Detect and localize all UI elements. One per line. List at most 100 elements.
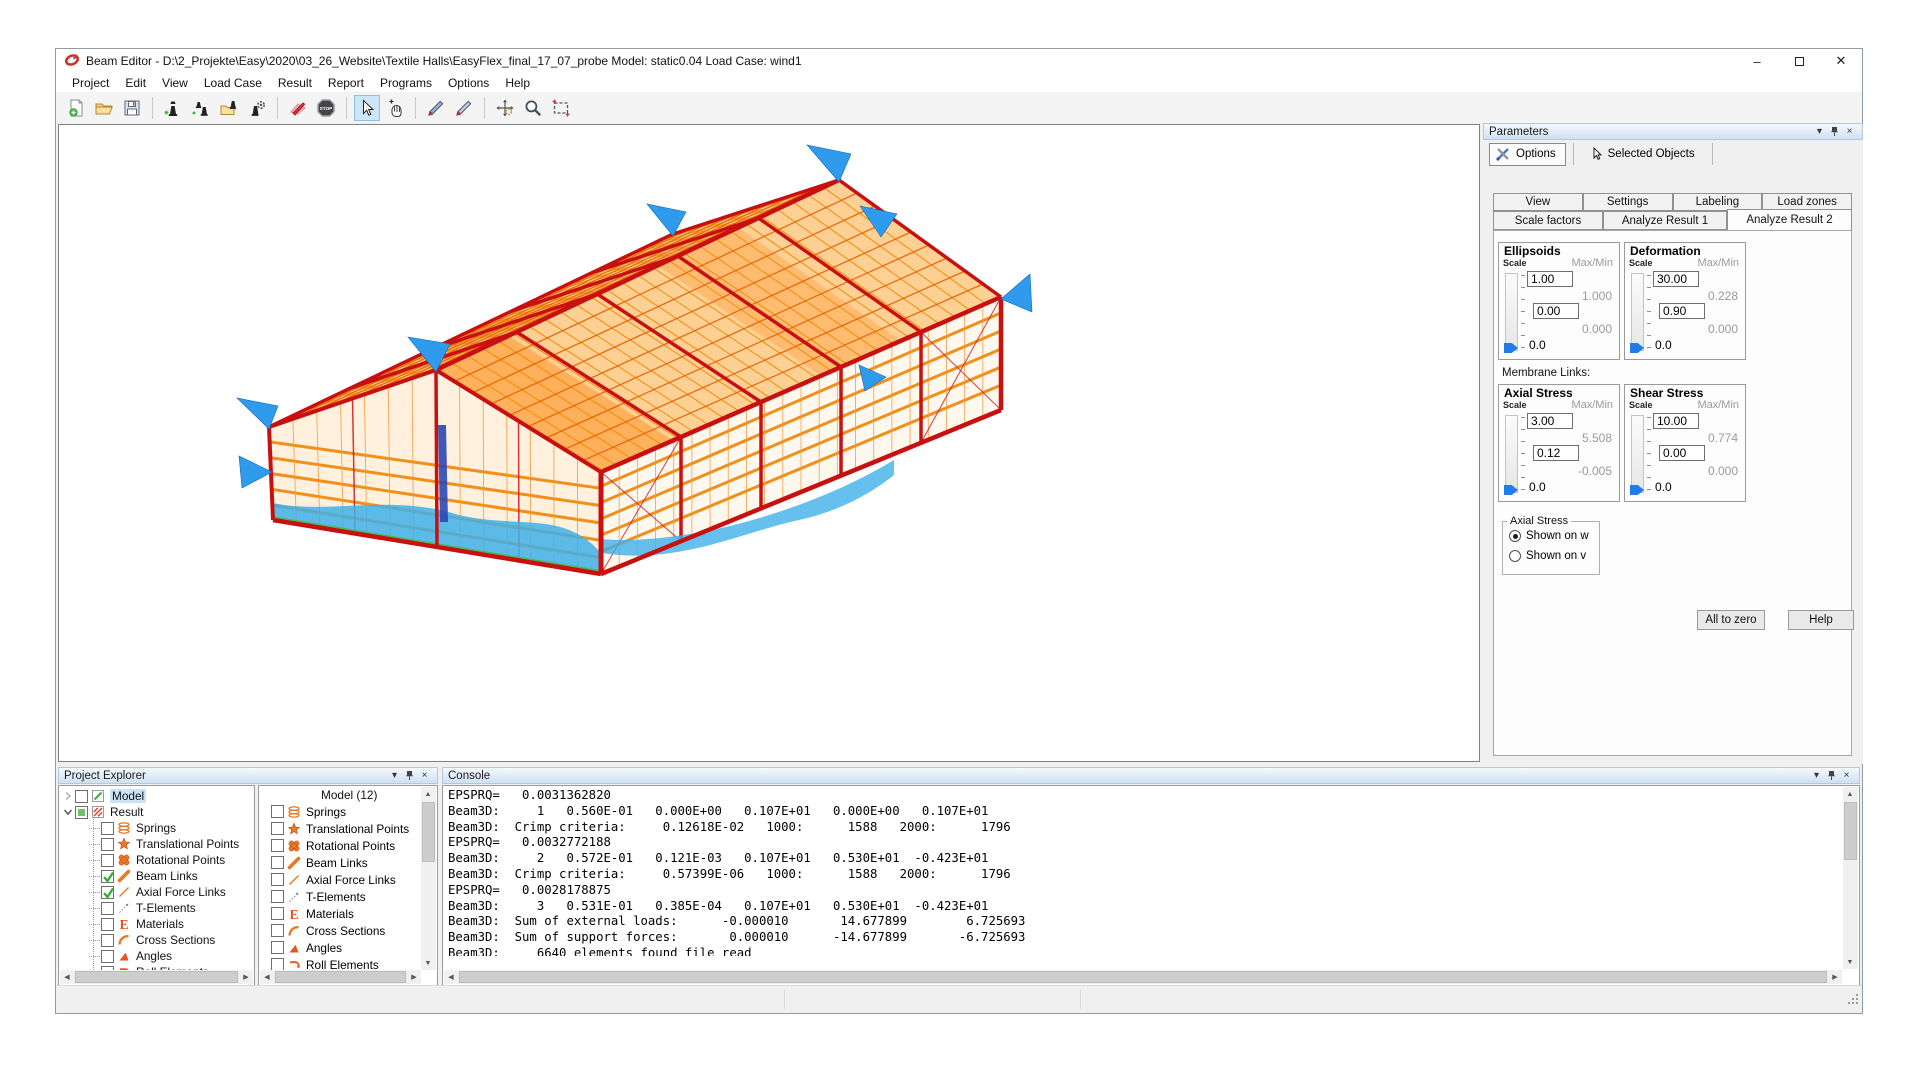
model-list[interactable]: Model (12) SpringsTranslational PointsRo… <box>258 785 438 986</box>
dropdown-icon[interactable]: ▾ <box>1809 769 1824 782</box>
tree-item-springs[interactable]: Springs <box>61 820 254 836</box>
ellipsoids-min-scale-input[interactable] <box>1533 303 1579 319</box>
checkbox-unchecked[interactable] <box>101 918 114 931</box>
menu-options[interactable]: Options <box>440 75 497 91</box>
scroll-right-icon[interactable]: ▶ <box>1828 970 1842 984</box>
scroll-left-icon[interactable]: ◀ <box>444 970 458 984</box>
tab-scale-factors[interactable]: Scale factors <box>1493 211 1603 230</box>
checkbox-unchecked[interactable] <box>271 890 284 903</box>
checkbox-unchecked[interactable] <box>101 934 114 947</box>
list-vertical-scrollbar[interactable]: ▲ ▼ <box>421 787 436 970</box>
tab-settings[interactable]: Settings <box>1583 193 1673 211</box>
console-horizontal-scrollbar[interactable]: ◀ ▶ <box>444 970 1842 984</box>
title-bar[interactable]: Beam Editor - D:\2_Projekte\Easy\2020\03… <box>56 49 1862 73</box>
checkbox-unchecked[interactable] <box>271 839 284 852</box>
list-item-rotational-points[interactable]: Rotational Points <box>259 837 437 854</box>
checkbox-unchecked[interactable] <box>75 790 88 803</box>
axial-stress-min-scale-input[interactable] <box>1533 445 1579 461</box>
radio-shown-on-w[interactable]: Shown on w <box>1509 530 1599 542</box>
checkbox-unchecked[interactable] <box>101 854 114 867</box>
pan-button[interactable] <box>382 95 408 121</box>
model-viewport[interactable] <box>58 124 1480 762</box>
close-button[interactable]: ✕ <box>1820 49 1862 73</box>
tree-item-rotational-points[interactable]: Rotational Points <box>61 852 254 868</box>
scroll-left-icon[interactable]: ◀ <box>60 970 74 984</box>
checkbox-unchecked[interactable] <box>271 822 284 835</box>
scroll-left-icon[interactable]: ◀ <box>260 970 274 984</box>
scrollbar-thumb[interactable] <box>75 971 238 983</box>
add-load-group-button[interactable] <box>188 95 214 121</box>
menu-report[interactable]: Report <box>320 75 372 91</box>
list-item-t-elements[interactable]: T-Elements <box>259 888 437 905</box>
checkbox-unchecked[interactable] <box>101 838 114 851</box>
menu-load-case[interactable]: Load Case <box>196 75 270 91</box>
checkbox-partial[interactable] <box>75 806 88 819</box>
list-item-cross-sections[interactable]: Cross Sections <box>259 922 437 939</box>
open-load-case-button[interactable] <box>216 95 242 121</box>
load-case-settings-button[interactable] <box>244 95 270 121</box>
radio-button[interactable] <box>1509 530 1521 542</box>
add-load-button[interactable] <box>160 95 186 121</box>
scroll-down-icon[interactable]: ▼ <box>421 956 435 970</box>
tab-view[interactable]: View <box>1493 193 1583 211</box>
open-project-button[interactable] <box>91 95 117 121</box>
console-header[interactable]: Console ▾ × <box>442 767 1860 784</box>
scrollbar-thumb[interactable] <box>422 802 435 862</box>
list-item-springs[interactable]: Springs <box>259 803 437 820</box>
tree-item-result[interactable]: Result <box>61 804 254 820</box>
tree-item-model[interactable]: Model <box>61 788 254 804</box>
result-display-button[interactable] <box>285 95 311 121</box>
tree-horizontal-scrollbar[interactable]: ◀ ▶ <box>60 970 253 984</box>
all-to-zero-button[interactable]: All to zero <box>1697 610 1765 630</box>
axial-stress-max-scale-input[interactable] <box>1527 413 1573 429</box>
zoom-extents-button[interactable] <box>548 95 574 121</box>
resize-grip[interactable] <box>1846 992 1860 1011</box>
save-project-button[interactable] <box>119 95 145 121</box>
scrollbar-thumb[interactable] <box>459 971 1827 983</box>
scroll-up-icon[interactable]: ▲ <box>421 787 435 801</box>
tree-item-t-elements[interactable]: T-Elements <box>61 900 254 916</box>
checkbox-unchecked[interactable] <box>101 822 114 835</box>
pin-icon[interactable] <box>1827 125 1842 138</box>
stop-button[interactable]: STOP <box>313 95 339 121</box>
tab-analyze-result-1[interactable]: Analyze Result 1 <box>1603 211 1727 230</box>
scroll-down-icon[interactable]: ▼ <box>1843 955 1857 969</box>
checkbox-unchecked[interactable] <box>271 873 284 886</box>
deformation-slider[interactable] <box>1631 273 1644 351</box>
pin-icon[interactable] <box>1824 769 1839 782</box>
shear-stress-min-scale-input[interactable] <box>1659 445 1705 461</box>
pin-icon[interactable] <box>402 769 417 782</box>
checkbox-unchecked[interactable] <box>101 950 114 963</box>
list-item-materials[interactable]: EMaterials <box>259 905 437 922</box>
console-vertical-scrollbar[interactable]: ▲ ▼ <box>1843 787 1858 969</box>
dropdown-icon[interactable]: ▾ <box>387 769 402 782</box>
project-tree[interactable]: ModelResultSpringsTranslational PointsRo… <box>58 785 255 986</box>
tab-analyze-result-2[interactable]: Analyze Result 2 <box>1727 209 1852 230</box>
radio-shown-on-v[interactable]: Shown on v <box>1509 550 1599 562</box>
deformation-max-scale-input[interactable] <box>1653 271 1699 287</box>
checkbox-unchecked[interactable] <box>271 941 284 954</box>
menu-help[interactable]: Help <box>497 75 538 91</box>
scrollbar-thumb[interactable] <box>275 971 406 983</box>
list-item-angles[interactable]: Angles <box>259 939 437 956</box>
checkbox-checked[interactable] <box>101 886 114 899</box>
help-button[interactable]: Help <box>1788 610 1854 630</box>
scroll-right-icon[interactable]: ▶ <box>407 970 421 984</box>
tab-options[interactable]: Options <box>1489 143 1566 166</box>
tree-item-beam-links[interactable]: Beam Links <box>61 868 254 884</box>
tree-item-cross-sections[interactable]: Cross Sections <box>61 932 254 948</box>
axial-stress-slider[interactable] <box>1505 415 1518 493</box>
tree-item-angles[interactable]: Angles <box>61 948 254 964</box>
deformation-min-scale-input[interactable] <box>1659 303 1705 319</box>
checkbox-unchecked[interactable] <box>101 902 114 915</box>
menu-edit[interactable]: Edit <box>117 75 154 91</box>
shear-stress-max-scale-input[interactable] <box>1653 413 1699 429</box>
checkbox-checked[interactable] <box>101 870 114 883</box>
chevron-right-icon[interactable] <box>61 789 75 803</box>
list-horizontal-scrollbar[interactable]: ◀ ▶ <box>260 970 421 984</box>
list-item-axial-force-links[interactable]: Axial Force Links <box>259 871 437 888</box>
project-explorer-header[interactable]: Project Explorer ▾ × <box>58 767 438 784</box>
tree-item-materials[interactable]: EMaterials <box>61 916 254 932</box>
tab-selected-objects[interactable]: Selected Objects <box>1581 144 1705 164</box>
new-project-button[interactable] <box>63 95 89 121</box>
